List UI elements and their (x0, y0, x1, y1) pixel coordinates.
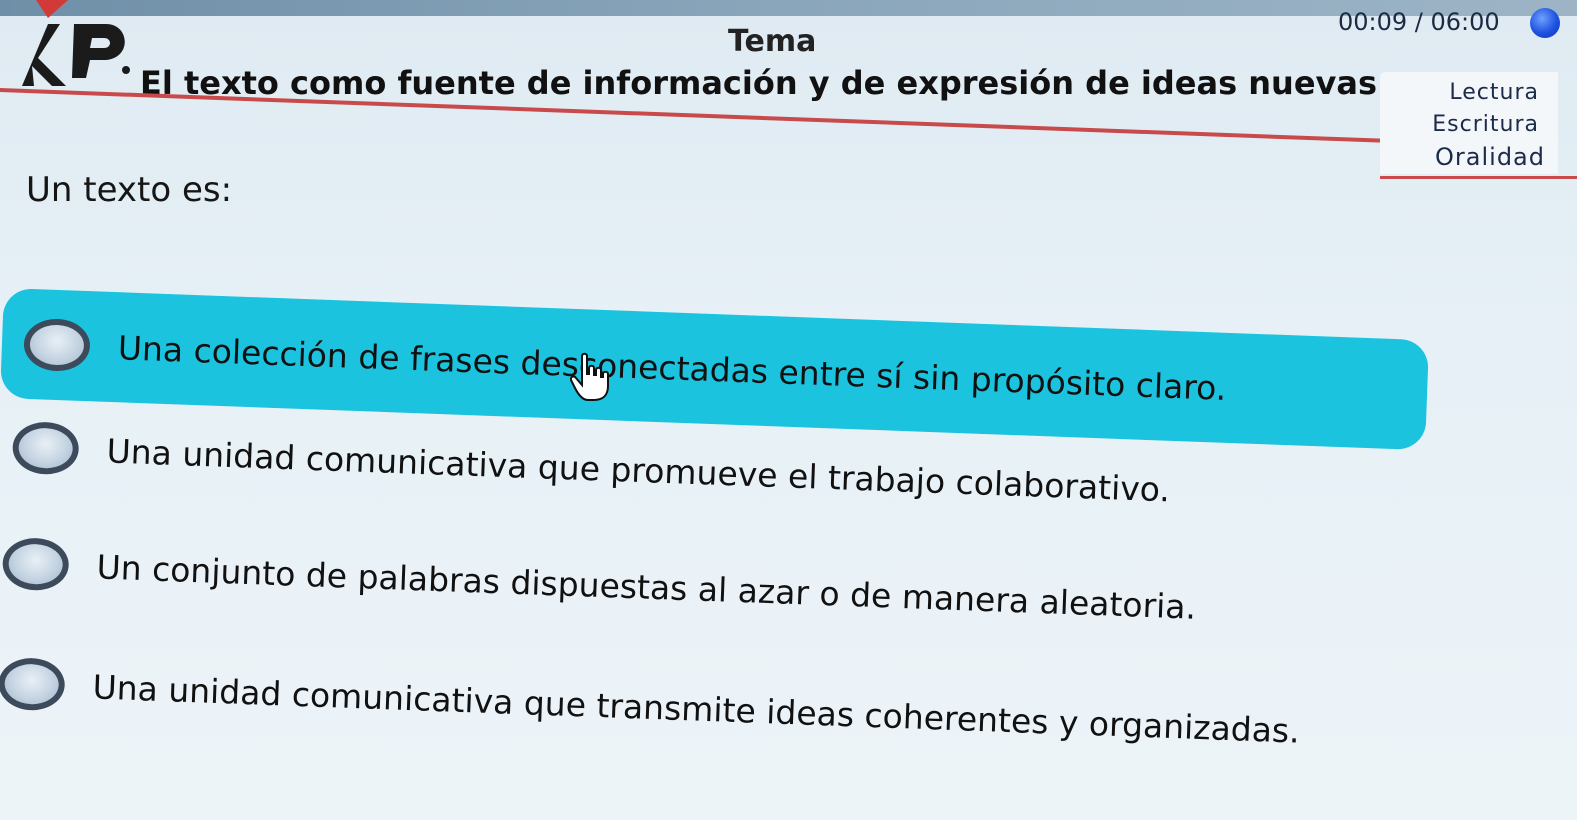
answer-option-label: Un conjunto de palabras dispuestas al az… (95, 546, 1197, 627)
radio-button-icon[interactable] (11, 420, 80, 476)
answer-options: Una colección de frases desconectadas en… (0, 0, 1577, 820)
answer-option-label: Una colección de frases desconectadas en… (117, 327, 1227, 408)
radio-button-icon[interactable] (23, 317, 91, 373)
answer-option-4[interactable]: Una unidad comunicativa que transmite id… (0, 648, 1399, 769)
radio-button-icon[interactable] (0, 656, 66, 712)
radio-button-icon[interactable] (1, 536, 70, 592)
answer-option-3[interactable]: Un conjunto de palabras dispuestas al az… (1, 528, 1303, 646)
answer-option-label: Una unidad comunicativa que transmite id… (91, 666, 1301, 751)
hand-pointer-icon (570, 352, 609, 401)
answer-option-label: Una unidad comunicativa que promueve el … (105, 430, 1171, 509)
